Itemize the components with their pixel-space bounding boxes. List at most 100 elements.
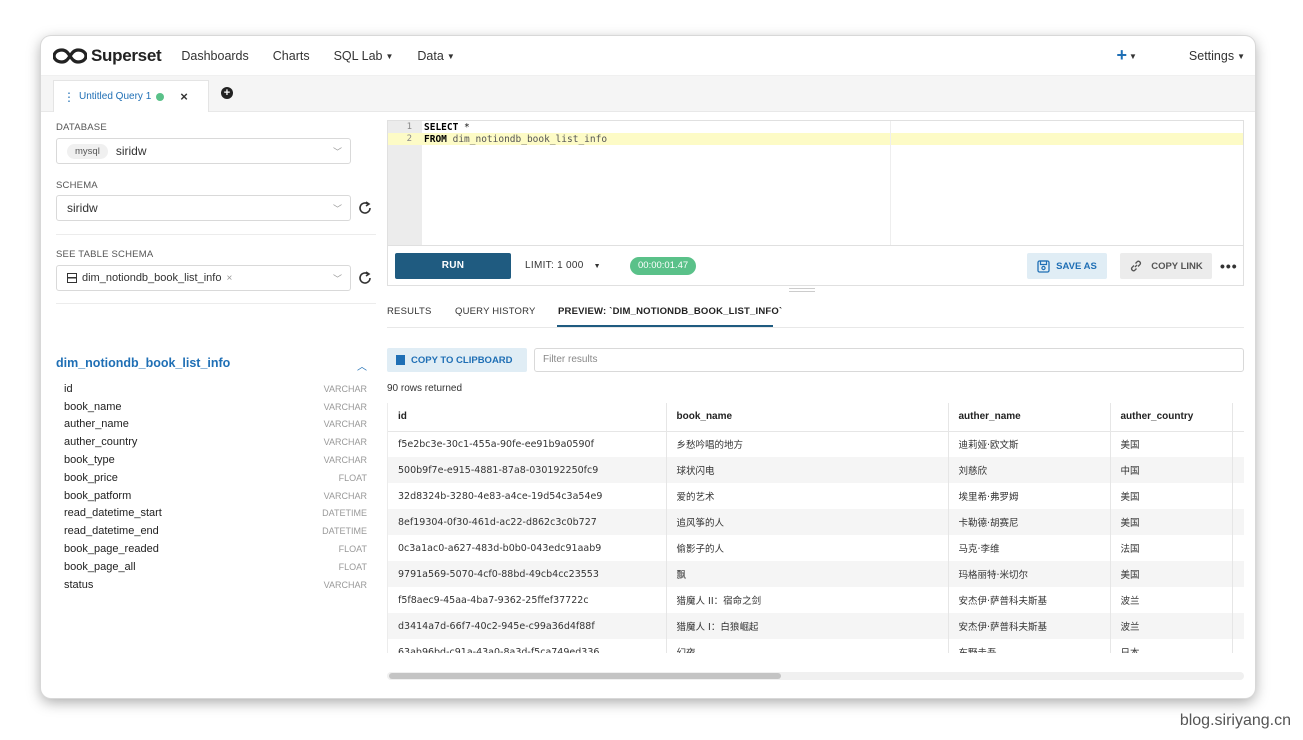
nav-charts[interactable]: Charts	[273, 49, 310, 63]
table-cell: d3414a7d-66f7-40c2-945e-c99a36d4f88f	[388, 613, 667, 639]
table-cell: 9791a569-5070-4cf0-88bd-49cb4cc23553	[388, 561, 667, 587]
chevron-down-icon: ▼	[1237, 51, 1245, 61]
table-row: f5e2bc3e-30c1-455a-90fe-ee91b9a0590f 乡愁吟唱…	[388, 431, 1244, 457]
column-header[interactable]: auther_name	[948, 403, 1111, 432]
table-schema-title[interactable]: dim_notiondb_book_list_info	[56, 356, 230, 370]
chevron-down-icon: ▼	[446, 51, 455, 61]
table-header-row: id book_name auther_name auther_country	[388, 403, 1244, 432]
column-header[interactable]: id	[388, 403, 667, 432]
scrollbar-thumb[interactable]	[389, 673, 781, 679]
editor-toolbar: RUN LIMIT: 1 000 ▼ 00:00:01.47 SAVE AS CO…	[387, 246, 1244, 286]
table-cell	[1232, 613, 1244, 639]
table-row: f5f8aec9-45aa-4ba7-9362-25ffef37722c 猎魔人 …	[388, 587, 1244, 613]
results-table: id book_name auther_name auther_country f5e…	[387, 403, 1244, 653]
brand-logo[interactable]: Superset	[53, 46, 162, 66]
refresh-schema-icon[interactable]	[357, 200, 373, 216]
save-as-button[interactable]: SAVE AS	[1027, 253, 1107, 279]
nav-dashboards[interactable]: Dashboards	[181, 49, 248, 63]
code-line: SELECT *	[424, 122, 470, 133]
table-cell	[1232, 561, 1244, 587]
column-type: VARCHAR	[323, 455, 367, 466]
add-tab-icon[interactable]: +	[221, 87, 233, 99]
refresh-table-icon[interactable]	[357, 270, 373, 286]
table-row: 500b9f7e-e915-4881-87a8-030192250fc9 球状闪电…	[388, 457, 1244, 483]
column-name: book_patform	[64, 489, 132, 502]
table-cell: 日本	[1110, 639, 1233, 653]
table-cell: 0c3a1ac0-a627-483d-b0b0-043edc91aab9	[388, 535, 667, 561]
query-status-dot	[156, 92, 165, 101]
app-window: Superset Dashboards Charts SQL Lab ▼ Data…	[41, 36, 1255, 698]
table-cell: 美国	[1110, 431, 1233, 457]
table-cell: 32d8324b-3280-4e83-a4ce-19d54c3a54e9	[388, 483, 667, 509]
table-cell	[1232, 509, 1244, 535]
table-cell: 8ef19304-0f30-461d-ac22-d862c3c0b727	[388, 509, 667, 535]
settings-menu[interactable]: Settings ▼	[1189, 49, 1245, 63]
settings-label: Settings	[1188, 48, 1235, 63]
remove-table-icon[interactable]: ×	[226, 273, 232, 284]
database-select[interactable]: mysql siridw ﹀	[56, 138, 351, 164]
top-navbar: Superset Dashboards Charts SQL Lab ▼ Data…	[41, 36, 1255, 76]
table-cell: 卡勒德·胡赛尼	[948, 509, 1111, 535]
tab-query-history[interactable]: QUERY HISTORY	[455, 306, 536, 317]
column-type: VARCHAR	[323, 490, 367, 501]
table-cell: 500b9f7e-e915-4881-87a8-030192250fc9	[388, 457, 667, 483]
query-tab[interactable]: ⋮ Untitled Query 1 ×	[53, 80, 209, 112]
selected-table-chip: dim_notiondb_book_list_info ×	[67, 272, 232, 284]
column-type: DATETIME	[322, 508, 367, 519]
table-cell: 马克·李维	[948, 535, 1111, 561]
new-menu-button[interactable]: + ▼	[1116, 45, 1136, 66]
tab-results[interactable]: RESULTS	[387, 306, 432, 317]
tab-menu-icon[interactable]: ⋮	[63, 90, 75, 104]
column-type: FLOAT	[338, 561, 367, 572]
column-row: book_page_all FLOAT	[64, 558, 367, 576]
copy-to-clipboard-button[interactable]: COPY TO CLIPBOARD	[387, 348, 527, 372]
column-header[interactable]: book_name	[666, 403, 949, 432]
sql-keyword: SELECT	[424, 122, 459, 133]
horizontal-scrollbar[interactable]	[387, 672, 1244, 680]
table-row: 0c3a1ac0-a627-483d-b0b0-043edc91aab9 偷影子的…	[388, 535, 1244, 561]
table-cell: 玛格丽特·米切尔	[948, 561, 1111, 587]
database-label: DATABASE	[56, 122, 107, 133]
sql-editor[interactable]: 1 2 SELECT * FROM dim_notiondb_book_list…	[387, 120, 1244, 246]
query-tab-bar: ⋮ Untitled Query 1 × +	[41, 76, 1255, 112]
column-header[interactable]: auther_country	[1110, 403, 1233, 432]
copy-link-label: COPY LINK	[1151, 260, 1203, 272]
resize-handle[interactable]	[789, 288, 815, 292]
schema-value: siridw	[67, 201, 98, 215]
column-type: VARCHAR	[323, 579, 367, 590]
schema-select[interactable]: siridw ﹀	[56, 195, 351, 221]
copy-link-button[interactable]: COPY LINK	[1120, 253, 1212, 279]
line-number: 1	[406, 122, 412, 132]
nav-data[interactable]: Data ▼	[417, 49, 454, 63]
run-button[interactable]: RUN	[395, 253, 511, 279]
left-sidebar: DATABASE mysql siridw ﹀ SCHEMA siridw ﹀ …	[41, 113, 376, 698]
limit-dropdown[interactable]: LIMIT: 1 000 ▼	[525, 260, 601, 271]
table-cell: 刘慈欣	[948, 457, 1111, 483]
column-name: status	[64, 578, 94, 591]
chevron-down-icon: ▼	[593, 263, 601, 270]
rows-returned-count: 90 rows returned	[387, 383, 463, 394]
line-number: 2	[406, 134, 412, 144]
column-name: book_page_all	[64, 560, 136, 573]
database-value: siridw	[115, 144, 147, 158]
table-cell: 美国	[1110, 561, 1233, 587]
table-row: 8ef19304-0f30-461d-ac22-d862c3c0b727 追风筝的…	[388, 509, 1244, 535]
table-cell	[1232, 587, 1244, 613]
tab-preview[interactable]: PREVIEW: `DIM_NOTIONDB_BOOK_LIST_INFO`	[558, 306, 782, 317]
close-tab-icon[interactable]: ×	[180, 89, 188, 104]
table-select[interactable]: dim_notiondb_book_list_info × ﹀	[56, 265, 351, 291]
chevron-down-icon: ﹀	[332, 147, 342, 157]
filter-results-input[interactable]: Filter results	[534, 348, 1244, 372]
selected-table-name: dim_notiondb_book_list_info	[82, 272, 222, 284]
table-cell: 爱的艺术	[666, 483, 949, 509]
more-options-icon[interactable]: •••	[1220, 258, 1238, 274]
column-header[interactable]	[1232, 403, 1244, 432]
nav-sql-lab[interactable]: SQL Lab ▼	[334, 49, 394, 63]
collapse-icon[interactable]: ︿	[357, 358, 367, 373]
column-row: auther_country VARCHAR	[64, 433, 367, 451]
table-cell: 偷影子的人	[666, 535, 949, 561]
table-cell: 法国	[1110, 535, 1233, 561]
table-row: 63ab96bd-c91a-43a0-8a3d-f5ca749ed336幻夜东野…	[388, 639, 1244, 653]
table-cell: 埃里希·弗罗姆	[948, 483, 1111, 509]
table-cell: 追风筝的人	[666, 509, 949, 535]
